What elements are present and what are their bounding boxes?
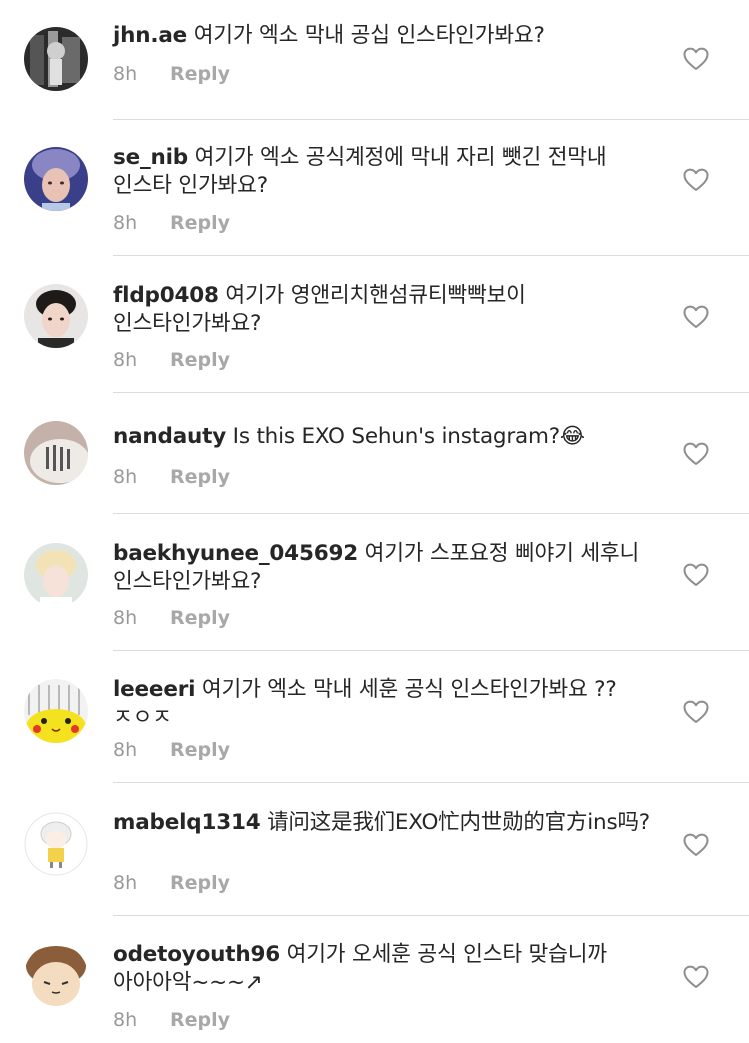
comment-username[interactable]: odetoyouth96 <box>113 942 280 967</box>
comment-timestamp: 8h <box>113 349 138 371</box>
comment-timestamp: 8h <box>113 739 138 761</box>
comment-username[interactable]: jhn.ae <box>113 23 187 48</box>
comment-meta: 8h Reply <box>113 348 230 372</box>
comment-username[interactable]: leeeeri <box>113 677 195 702</box>
comment-username[interactable]: fldp0408 <box>113 283 219 308</box>
comment-meta: 8h Reply <box>113 606 230 630</box>
reply-button[interactable]: Reply <box>170 1009 230 1031</box>
avatar[interactable] <box>24 421 88 485</box>
reply-button[interactable]: Reply <box>170 739 230 761</box>
reply-button[interactable]: Reply <box>170 63 230 85</box>
comment-username[interactable]: baekhyunee_045692 <box>113 541 358 566</box>
comment-username[interactable]: se_nib <box>113 145 188 170</box>
comment-meta: 8h Reply <box>113 1008 230 1032</box>
comment-username[interactable]: nandauty <box>113 424 226 449</box>
comment-body: Is this EXO Sehun's instagram?😂 <box>232 424 585 449</box>
comment-body: 여기가 엑소 공식계정에 막내 자리 뺏긴 전막내 인스타 인가봐요? <box>113 145 607 198</box>
reply-button[interactable]: Reply <box>170 607 230 629</box>
comment-text: mabelq1314 请问这是我们EXO忙内世勋的官方ins吗? <box>113 809 653 837</box>
comment-meta: 8h Reply <box>113 211 230 235</box>
comment-meta: 8h Reply <box>113 738 230 762</box>
avatar[interactable] <box>24 679 88 743</box>
comment-text: fldp0408 여기가 영앤리치핸섬큐티빡빡보이 인스타인가봐요? <box>113 282 653 338</box>
comment-text: leeeeri 여기가 엑소 막내 세훈 공식 인스타인가봐요 ??ㅈㅇㅈ <box>113 676 653 732</box>
comment-username[interactable]: mabelq1314 <box>113 810 261 835</box>
comment-timestamp: 8h <box>113 1009 138 1031</box>
divider <box>113 782 749 783</box>
reply-button[interactable]: Reply <box>170 349 230 371</box>
comment-meta: 8h Reply <box>113 465 230 489</box>
heart-outline-icon[interactable] <box>683 563 709 587</box>
heart-outline-icon[interactable] <box>683 168 709 192</box>
comment-text: baekhyunee_045692 여기가 스포요정 삐야기 세후니 인스타인가… <box>113 540 653 596</box>
divider <box>113 255 749 256</box>
reply-button[interactable]: Reply <box>170 872 230 894</box>
divider <box>113 650 749 651</box>
comment-timestamp: 8h <box>113 872 138 894</box>
comment-timestamp: 8h <box>113 466 138 488</box>
comment-text: se_nib 여기가 엑소 공식계정에 막내 자리 뺏긴 전막내 인스타 인가봐… <box>113 144 653 200</box>
avatar[interactable] <box>24 543 88 607</box>
divider <box>113 119 749 120</box>
comment-body: 请问这是我们EXO忙内世勋的官方ins吗? <box>267 810 651 835</box>
avatar[interactable] <box>24 944 88 1008</box>
avatar[interactable] <box>24 284 88 348</box>
avatar[interactable] <box>24 27 88 91</box>
comment-timestamp: 8h <box>113 607 138 629</box>
reply-button[interactable]: Reply <box>170 466 230 488</box>
heart-outline-icon[interactable] <box>683 965 709 989</box>
comment-timestamp: 8h <box>113 212 138 234</box>
reply-button[interactable]: Reply <box>170 212 230 234</box>
avatar[interactable] <box>24 147 88 211</box>
comment-body: 여기가 엑소 막내 공십 인스타인가봐요? <box>193 23 545 48</box>
divider <box>113 915 749 916</box>
heart-outline-icon[interactable] <box>683 305 709 329</box>
avatar[interactable] <box>24 812 88 876</box>
heart-outline-icon[interactable] <box>683 700 709 724</box>
comment-text: odetoyouth96 여기가 오세훈 공식 인스타 맞습니까 아아아악~~~… <box>113 941 653 997</box>
heart-outline-icon[interactable] <box>683 442 709 466</box>
comment-meta: 8h Reply <box>113 62 230 86</box>
divider <box>113 392 749 393</box>
comment-timestamp: 8h <box>113 63 138 85</box>
heart-outline-icon[interactable] <box>683 47 709 71</box>
heart-outline-icon[interactable] <box>683 833 709 857</box>
comment-text: nandauty Is this EXO Sehun's instagram?😂 <box>113 423 653 451</box>
comment-meta: 8h Reply <box>113 871 230 895</box>
divider <box>113 513 749 514</box>
comment-text: jhn.ae 여기가 엑소 막내 공십 인스타인가봐요? <box>113 22 653 50</box>
